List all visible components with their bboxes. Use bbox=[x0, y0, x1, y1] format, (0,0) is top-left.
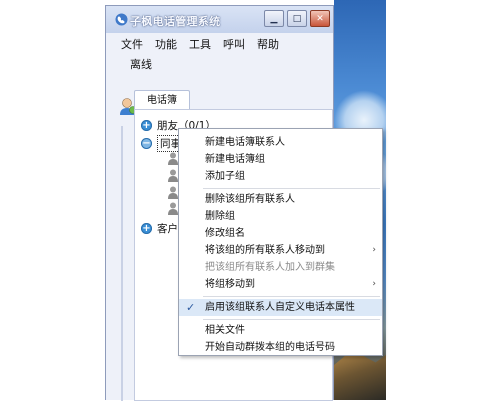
tree-group-label: 客户 bbox=[157, 223, 178, 235]
menu-separator bbox=[203, 296, 380, 297]
tab-phonebook[interactable]: 电话簿 bbox=[134, 90, 190, 110]
menu-item-auto-group-dial[interactable]: 开始自动群拨本组的电话号码 bbox=[179, 339, 382, 356]
context-menu: 新建电话簿联系人 新建电话簿组 添加子组 删除该组所有联系人 删除组 修改组名 … bbox=[178, 128, 383, 356]
menu-item-move-contacts[interactable]: 将该组的所有联系人移动到 › bbox=[179, 242, 382, 259]
close-button[interactable]: ✕ bbox=[310, 10, 330, 27]
menu-bar: 文件 功能 工具 呼叫 帮助 bbox=[106, 34, 348, 54]
menu-separator bbox=[203, 188, 380, 189]
menu-item-add-to-cluster: 把该组所有联系人加入到群集 bbox=[179, 259, 382, 276]
menu-item-custom-phonebook-attrs[interactable]: ✓ 启用该组联系人自定义电话本属性 bbox=[179, 299, 382, 316]
menu-item-add-subgroup[interactable]: 添加子组 bbox=[179, 168, 382, 185]
expand-icon[interactable]: + bbox=[141, 223, 152, 234]
window-title: 子枫电话管理系统 bbox=[130, 15, 221, 28]
menu-item-label: 修改组名 bbox=[205, 228, 245, 239]
checkmark-icon: ✓ bbox=[186, 301, 196, 314]
menu-item-label: 启用该组联系人自定义电话本属性 bbox=[205, 302, 355, 313]
title-bar[interactable]: 子枫电话管理系统 ▁ □ ✕ bbox=[106, 6, 333, 33]
tree-group-customers[interactable]: + 客户 bbox=[141, 221, 178, 236]
menu-item-label: 添加子组 bbox=[205, 171, 245, 182]
menu-item-label: 把该组所有联系人加入到群集 bbox=[205, 262, 335, 273]
collapse-icon[interactable]: − bbox=[141, 138, 152, 149]
menu-function[interactable]: 功能 bbox=[155, 36, 177, 52]
submenu-arrow-icon: › bbox=[372, 245, 376, 255]
menu-item-move-group[interactable]: 将组移动到 › bbox=[179, 276, 382, 293]
menu-separator bbox=[203, 319, 380, 320]
menu-item-label: 开始自动群拨本组的电话号码 bbox=[205, 342, 335, 353]
menu-item-label: 删除该组所有联系人 bbox=[205, 194, 295, 205]
menu-item-label: 删除组 bbox=[205, 211, 235, 222]
menu-item-label: 新建电话簿组 bbox=[205, 154, 265, 165]
sidebar-divider bbox=[121, 126, 123, 401]
expand-icon[interactable]: + bbox=[141, 120, 152, 131]
menu-item-label: 相关文件 bbox=[205, 325, 245, 336]
menu-item-new-contact[interactable]: 新建电话簿联系人 bbox=[179, 134, 382, 151]
rock-decoration bbox=[334, 350, 386, 400]
menu-item-label: 将组移动到 bbox=[205, 279, 255, 290]
maximize-button[interactable]: □ bbox=[287, 10, 307, 27]
menu-item-delete-all-contacts[interactable]: 删除该组所有联系人 bbox=[179, 191, 382, 208]
menu-item-label: 新建电话簿联系人 bbox=[205, 137, 285, 148]
app-phone-icon bbox=[115, 13, 128, 26]
menu-tools[interactable]: 工具 bbox=[189, 36, 211, 52]
minimize-button[interactable]: ▁ bbox=[264, 10, 284, 27]
connection-status[interactable]: 离线 bbox=[106, 54, 333, 76]
menu-item-rename-group[interactable]: 修改组名 bbox=[179, 225, 382, 242]
menu-item-new-group[interactable]: 新建电话簿组 bbox=[179, 151, 382, 168]
menu-item-delete-group[interactable]: 删除组 bbox=[179, 208, 382, 225]
menu-item-label: 将该组的所有联系人移动到 bbox=[205, 245, 325, 256]
menu-file[interactable]: 文件 bbox=[121, 36, 143, 52]
menu-help[interactable]: 帮助 bbox=[257, 36, 279, 52]
menu-item-related-files[interactable]: 相关文件 bbox=[179, 322, 382, 339]
submenu-arrow-icon: › bbox=[372, 279, 376, 289]
menu-call[interactable]: 呼叫 bbox=[223, 36, 245, 52]
